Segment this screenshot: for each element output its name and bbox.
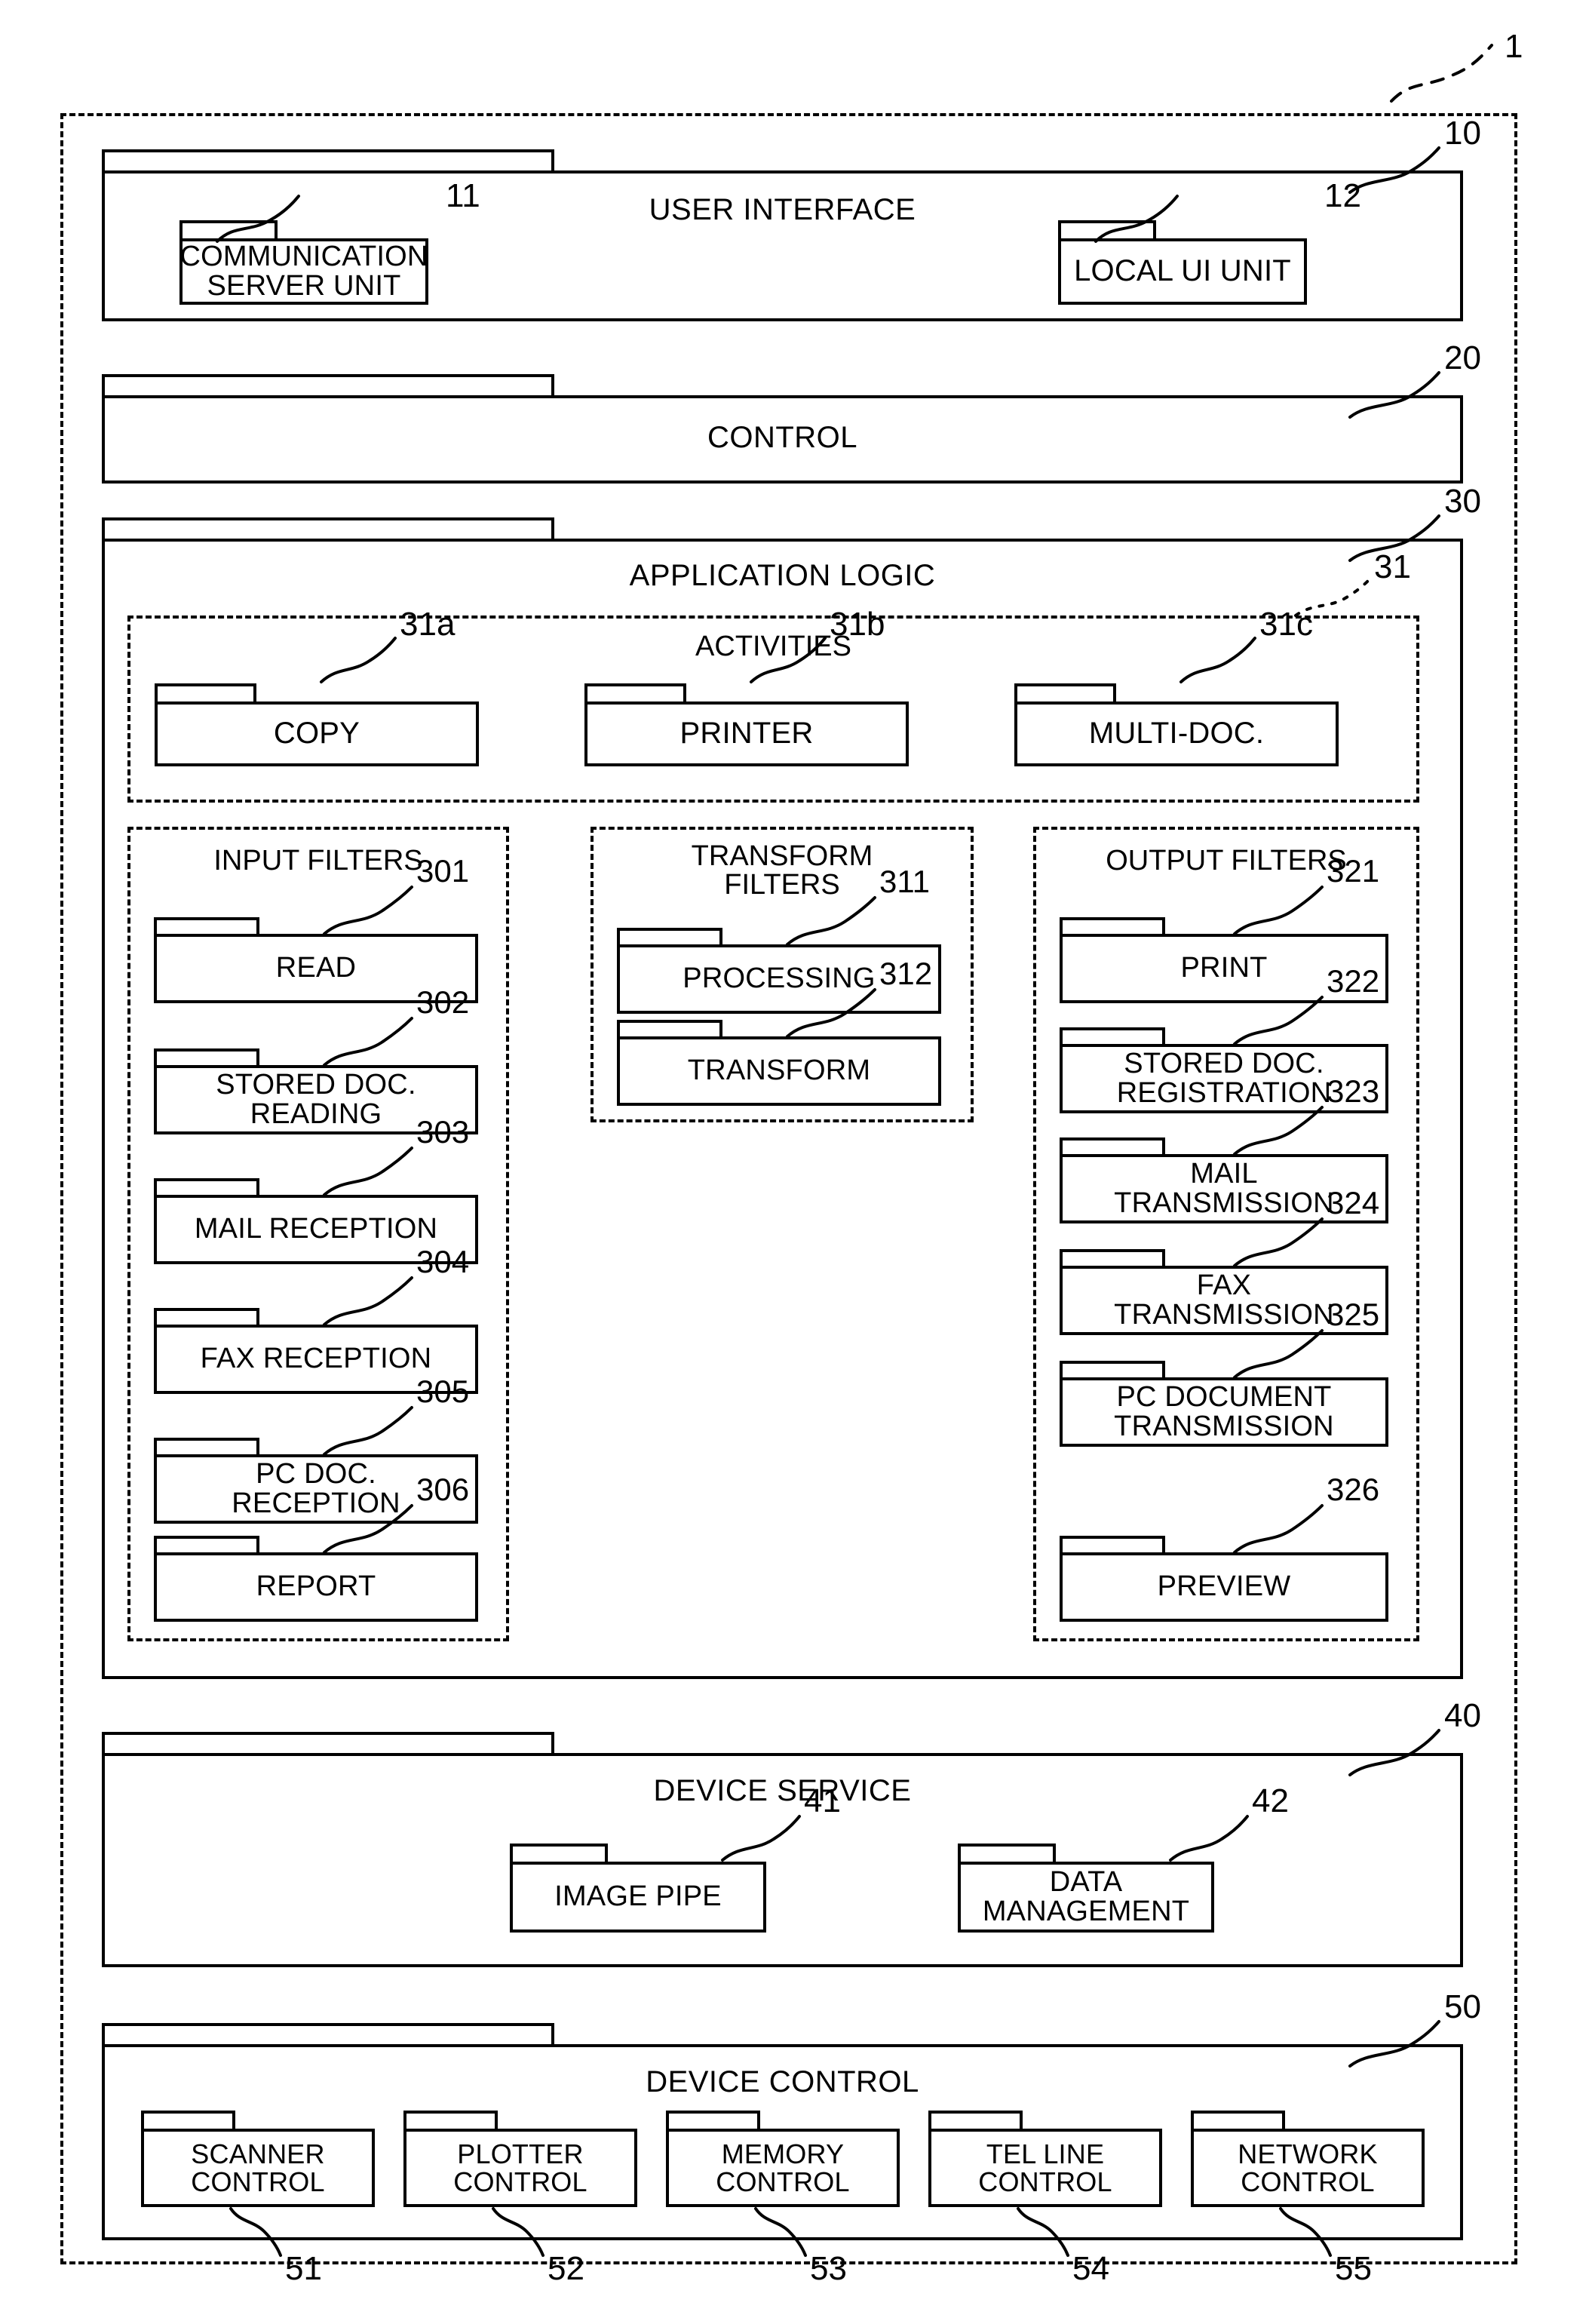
module-transform[interactable]: TRANSFORM [617,1020,941,1106]
layer-control[interactable]: CONTROL [102,374,1463,484]
ref-label-306: 306 [416,1472,470,1507]
layer-device-service[interactable]: DEVICE SERVICE IMAGE PIPE DATA MANAGEMEN… [102,1732,1463,1967]
module-network-control[interactable]: NETWORK CONTROL [1191,2111,1425,2207]
module-preview[interactable]: PREVIEW [1060,1536,1388,1622]
ref-label-304: 304 [416,1244,470,1279]
module-label: COPY [155,701,479,766]
ref-label-52: 52 [548,2250,584,2287]
group-title: ACTIVITIES [695,631,851,662]
ref-label-local-ui-unit: 12 [1324,177,1361,214]
module-label: PLOTTER CONTROL [403,2129,637,2207]
module-plotter-control[interactable]: PLOTTER CONTROL [403,2111,637,2207]
ref-label-application-logic: 30 [1444,483,1481,520]
module-printer[interactable]: PRINTER [584,683,909,766]
module-label: PREVIEW [1060,1552,1388,1622]
ref-label-communication-server-unit: 11 [446,177,480,214]
module-data-management[interactable]: DATA MANAGEMENT [958,1844,1214,1933]
module-label: COMMUNICATION SERVER UNIT [179,238,428,305]
module-label: DATA MANAGEMENT [958,1862,1214,1933]
ref-label-325: 325 [1327,1297,1380,1332]
ref-label-53: 53 [810,2250,847,2287]
ref-label-323: 323 [1327,1073,1380,1109]
module-label: TEL LINE CONTROL [928,2129,1162,2207]
ref-label-312: 312 [879,956,933,991]
module-tel-line-control[interactable]: TEL LINE CONTROL [928,2111,1162,2207]
module-image-pipe[interactable]: IMAGE PIPE [510,1844,766,1933]
ref-label-305: 305 [416,1374,470,1409]
ref-label-data-management: 42 [1252,1782,1289,1819]
ref-label-322: 322 [1327,963,1380,999]
ref-label-321: 321 [1327,853,1380,889]
module-label: PRINTER [584,701,909,766]
group-activities: ACTIVITIES COPY PRINTER MULTI-DOC. [127,616,1419,803]
module-label: NETWORK CONTROL [1191,2129,1425,2207]
ref-label-326: 326 [1327,1472,1380,1507]
layer-user-interface[interactable]: USER INTERFACE COMMUNICATION SERVER UNIT… [102,149,1463,321]
layer-title: APPLICATION LOGIC [629,559,936,592]
module-label: TRANSFORM [617,1036,941,1106]
ref-label-user-interface: 10 [1444,115,1481,152]
module-local-ui-unit[interactable]: LOCAL UI UNIT [1058,220,1307,305]
module-label: SCANNER CONTROL [141,2129,375,2207]
ref-label-activities: 31 [1374,548,1411,585]
ref-label-301: 301 [416,853,470,889]
layer-device-control[interactable]: DEVICE CONTROL SCANNER CONTROL PLOTTER C… [102,2023,1463,2240]
ref-label-device-service: 40 [1444,1697,1481,1734]
module-copy[interactable]: COPY [155,683,479,766]
ref-label-printer: 31b [830,606,885,643]
ref-label-control: 20 [1444,339,1481,376]
module-label: PC DOCUMENT TRANSMISSION [1060,1377,1388,1447]
module-scanner-control[interactable]: SCANNER CONTROL [141,2111,375,2207]
module-multi-doc[interactable]: MULTI-DOC. [1014,683,1339,766]
layer-title: DEVICE CONTROL [646,2065,919,2098]
figure-canvas: USER INTERFACE COMMUNICATION SERVER UNIT… [0,0,1589,2324]
ref-label-302: 302 [416,984,470,1020]
module-memory-control[interactable]: MEMORY CONTROL [666,2111,900,2207]
module-pc-document-transmission[interactable]: PC DOCUMENT TRANSMISSION [1060,1361,1388,1447]
layer-application-logic[interactable]: APPLICATION LOGIC ACTIVITIES COPY PRINTE… [102,517,1463,1679]
ref-label-54: 54 [1072,2250,1109,2287]
ref-label-system: 1 [1505,28,1523,65]
ref-label-copy: 31a [400,606,456,643]
module-label: LOCAL UI UNIT [1058,238,1307,305]
ref-label-324: 324 [1327,1185,1380,1220]
group-input-filters: INPUT FILTERS READ STORED DOC. READING M… [127,827,509,1641]
layer-title: CONTROL [707,421,858,454]
module-label: MULTI-DOC. [1014,701,1339,766]
ref-label-multi-doc: 31c [1259,606,1313,643]
ref-label-303: 303 [416,1114,470,1150]
ref-label-55: 55 [1335,2250,1372,2287]
group-output-filters: OUTPUT FILTERS PRINT STORED DOC. REGISTR… [1033,827,1419,1641]
module-communication-server-unit[interactable]: COMMUNICATION SERVER UNIT [179,220,428,305]
ref-label-311: 311 [879,864,930,899]
ref-label-image-pipe: 41 [804,1782,841,1819]
module-label: MEMORY CONTROL [666,2129,900,2207]
module-label: REPORT [154,1552,478,1622]
module-report[interactable]: REPORT [154,1536,478,1622]
ref-label-51: 51 [285,2250,322,2287]
module-label: IMAGE PIPE [510,1862,766,1933]
ref-label-device-control: 50 [1444,1988,1481,2025]
